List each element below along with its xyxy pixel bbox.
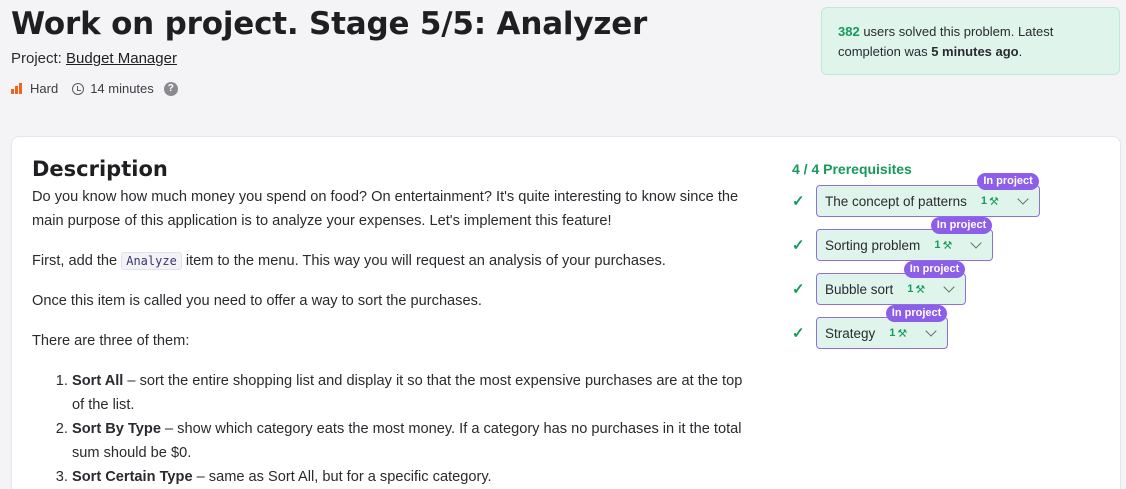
solved-text-b: . xyxy=(1018,44,1023,59)
description-title: Description xyxy=(32,157,168,181)
prerequisite-chip-concept-of-patterns[interactable]: The concept of patterns 1 ⚒ In project xyxy=(816,173,1040,217)
hammer-icon: ⚒ xyxy=(988,195,999,208)
prerequisite-row: ✓ The concept of patterns 1 ⚒ In project xyxy=(792,173,1040,217)
prerequisites-heading: 4 / 4 Prerequisites xyxy=(792,161,912,177)
list-item-bold: Sort By Type xyxy=(72,421,161,437)
prerequisite-label: Strategy xyxy=(825,325,876,341)
analyze-code: Analyze xyxy=(121,252,182,270)
chevron-down-icon[interactable] xyxy=(943,281,955,293)
hammer-icon: ⚒ xyxy=(942,239,953,252)
description-paragraph-3: Once this item is called you need to off… xyxy=(32,293,482,309)
prerequisite-count: 1 xyxy=(934,239,941,251)
prerequisite-count: 1 xyxy=(907,283,914,295)
prerequisite-chip-sorting-problem[interactable]: Sorting problem 1 ⚒ In project xyxy=(816,217,994,261)
in-project-badge: In project xyxy=(930,217,993,234)
p2-before: First, add the xyxy=(32,253,122,269)
check-icon: ✓ xyxy=(792,193,805,210)
description-body: Do you know how much money you spend on … xyxy=(32,185,752,489)
prerequisite-label: Bubble sort xyxy=(825,281,894,297)
in-project-badge: In project xyxy=(903,261,966,278)
list-item-text: – same as Sort All, but for a specific c… xyxy=(192,469,492,485)
hammer-icon: ⚒ xyxy=(897,327,908,340)
chevron-down-icon[interactable] xyxy=(925,325,937,337)
prerequisite-chip-strategy[interactable]: Strategy 1 ⚒ In project xyxy=(816,305,949,349)
list-item: Sort Certain Type – same as Sort All, bu… xyxy=(72,465,752,489)
list-item-text: – sort the entire shopping list and disp… xyxy=(72,373,743,413)
meta-line: Hard 14 minutes ? xyxy=(11,81,178,96)
help-icon[interactable]: ? xyxy=(163,81,178,96)
difficulty-label: Hard xyxy=(30,81,59,96)
prerequisite-label: The concept of patterns xyxy=(825,193,967,209)
page-title: Work on project. Stage 5/5: Analyzer xyxy=(11,6,648,42)
clock-icon xyxy=(72,82,85,95)
project-label: Project: xyxy=(11,50,62,67)
check-icon: ✓ xyxy=(792,325,805,342)
project-line: Project: Budget Manager xyxy=(11,50,177,67)
list-item-bold: Sort All xyxy=(72,373,124,389)
difficulty-bars-icon xyxy=(11,83,22,94)
description-paragraph-1: Do you know how much money you spend on … xyxy=(32,189,739,229)
hammer-icon: ⚒ xyxy=(915,283,926,296)
p2-after: item to the menu. This way you will requ… xyxy=(181,253,666,269)
list-item-bold: Sort Certain Type xyxy=(72,469,193,485)
description-paragraph-4: There are three of them: xyxy=(32,333,190,349)
project-link[interactable]: Budget Manager xyxy=(66,50,177,67)
solved-count: 382 xyxy=(838,24,860,39)
check-icon: ✓ xyxy=(792,281,805,298)
check-icon: ✓ xyxy=(792,237,805,254)
chevron-down-icon[interactable] xyxy=(1017,193,1029,205)
prerequisite-row: ✓ Bubble sort 1 ⚒ In project xyxy=(792,261,967,305)
prerequisite-row: ✓ Strategy 1 ⚒ In project xyxy=(792,305,949,349)
description-paragraph-2: First, add the Analyze item to the menu.… xyxy=(32,249,752,273)
solved-info-box: 382 users solved this problem. Latest co… xyxy=(821,7,1120,75)
prerequisite-count: 1 xyxy=(980,195,987,207)
duration-label: 14 minutes xyxy=(90,81,154,96)
sort-options-list: Sort All – sort the entire shopping list… xyxy=(72,369,752,489)
in-project-badge: In project xyxy=(885,305,948,322)
stage-card: Description Do you know how much money y… xyxy=(11,136,1121,489)
chevron-down-icon[interactable] xyxy=(970,237,982,249)
list-item-text: – show which category eats the most mone… xyxy=(72,421,742,461)
prerequisite-label: Sorting problem xyxy=(825,237,921,253)
solved-recency: 5 minutes ago xyxy=(931,44,1019,59)
prerequisite-row: ✓ Sorting problem 1 ⚒ In project xyxy=(792,217,994,261)
in-project-badge: In project xyxy=(977,173,1039,190)
list-item: Sort All – sort the entire shopping list… xyxy=(72,369,752,417)
prerequisite-chip-bubble-sort[interactable]: Bubble sort 1 ⚒ In project xyxy=(816,261,967,305)
list-item: Sort By Type – show which category eats … xyxy=(72,417,752,465)
prerequisite-count: 1 xyxy=(889,327,896,339)
